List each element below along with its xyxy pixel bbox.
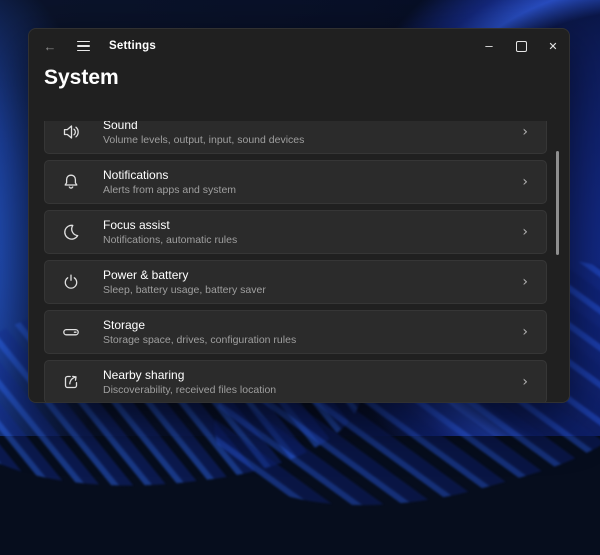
speaker-icon bbox=[61, 122, 81, 142]
settings-item-subtitle: Volume levels, output, input, sound devi… bbox=[103, 134, 305, 146]
back-button[interactable]: ← bbox=[35, 29, 65, 63]
settings-item-storage[interactable]: Storage Storage space, drives, configura… bbox=[44, 310, 547, 354]
minimize-button[interactable]: – bbox=[473, 29, 505, 63]
settings-item-text: Sound Volume levels, output, input, soun… bbox=[103, 121, 304, 146]
minimize-icon: – bbox=[485, 38, 493, 53]
settings-item-power-battery[interactable]: Power & battery Sleep, battery usage, ba… bbox=[44, 260, 547, 304]
close-button[interactable]: ✕ bbox=[537, 29, 569, 63]
share-icon bbox=[61, 372, 81, 392]
chevron-right-icon: › bbox=[522, 224, 528, 240]
hamburger-icon bbox=[76, 40, 90, 52]
power-icon bbox=[61, 272, 81, 292]
page-title: System bbox=[44, 66, 119, 89]
settings-item-subtitle: Notifications, automatic rules bbox=[103, 234, 238, 246]
chevron-right-icon: › bbox=[522, 324, 528, 340]
bell-icon bbox=[61, 172, 81, 192]
chevron-right-icon: › bbox=[522, 124, 528, 140]
settings-item-title: Focus assist bbox=[103, 218, 170, 232]
navigation-menu-button[interactable] bbox=[65, 29, 95, 63]
chevron-right-icon: › bbox=[522, 274, 528, 290]
settings-item-subtitle: Storage space, drives, configuration rul… bbox=[103, 334, 297, 346]
settings-item-notifications[interactable]: Notifications Alerts from apps and syste… bbox=[44, 160, 547, 204]
settings-item-subtitle: Discoverability, received files location bbox=[103, 384, 277, 396]
settings-item-title: Notifications bbox=[103, 168, 169, 182]
chevron-right-icon: › bbox=[522, 374, 528, 390]
settings-item-text: Nearby sharing Discoverability, received… bbox=[103, 368, 276, 396]
settings-item-sound[interactable]: Sound Volume levels, output, input, soun… bbox=[44, 121, 547, 154]
settings-item-subtitle: Sleep, battery usage, battery saver bbox=[103, 284, 266, 296]
settings-window: ← Settings – ✕ System Sound Volume level… bbox=[28, 28, 570, 403]
maximize-button[interactable] bbox=[505, 29, 537, 63]
settings-item-focus-assist[interactable]: Focus assist Notifications, automatic ru… bbox=[44, 210, 547, 254]
drive-icon bbox=[61, 322, 81, 342]
settings-item-title: Sound bbox=[103, 121, 138, 132]
titlebar: ← Settings – ✕ bbox=[29, 29, 569, 63]
settings-item-title: Storage bbox=[103, 318, 146, 332]
settings-item-subtitle: Alerts from apps and system bbox=[103, 184, 237, 196]
settings-item-text: Notifications Alerts from apps and syste… bbox=[103, 168, 236, 196]
moon-icon bbox=[61, 222, 81, 242]
scrollbar-thumb[interactable] bbox=[556, 151, 559, 255]
settings-item-nearby-sharing[interactable]: Nearby sharing Discoverability, received… bbox=[44, 360, 547, 402]
settings-list: Sound Volume levels, output, input, soun… bbox=[29, 121, 569, 402]
settings-item-text: Power & battery Sleep, battery usage, ba… bbox=[103, 268, 266, 296]
settings-item-title: Power & battery bbox=[103, 268, 189, 282]
chevron-right-icon: › bbox=[522, 174, 528, 190]
settings-item-text: Focus assist Notifications, automatic ru… bbox=[103, 218, 237, 246]
settings-item-text: Storage Storage space, drives, configura… bbox=[103, 318, 296, 346]
window-caption-buttons: – ✕ bbox=[473, 29, 569, 63]
maximize-icon bbox=[515, 40, 527, 52]
close-icon: ✕ bbox=[548, 40, 558, 53]
settings-item-title: Nearby sharing bbox=[103, 368, 185, 382]
app-title: Settings bbox=[109, 40, 156, 52]
